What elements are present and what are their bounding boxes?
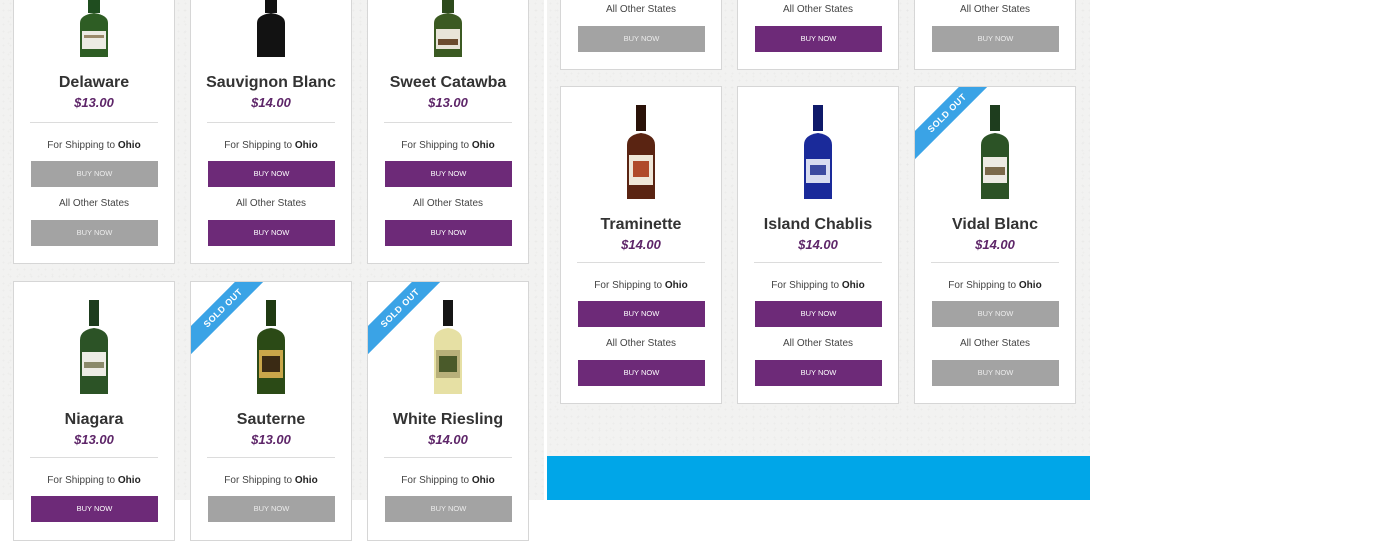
product-card-sweet-catawba: Sweet Catawba $13.00 For Shipping to Ohi…: [367, 0, 529, 264]
product-card-partial: All Other States BUY NOW: [560, 0, 722, 70]
other-states-label: All Other States: [605, 4, 677, 15]
shipping-ohio-label: For Shipping to Ohio: [771, 280, 865, 291]
wine-bottle-image: [804, 105, 832, 199]
product-price: $14.00: [251, 95, 291, 110]
product-name[interactable]: Delaware: [14, 73, 174, 93]
shipping-ohio-label: For Shipping to Ohio: [224, 475, 318, 486]
product-price: $13.00: [251, 432, 291, 447]
divider: [207, 122, 335, 123]
product-card-sauvignon-blanc: Sauvignon Blanc $14.00 For Shipping to O…: [190, 0, 352, 264]
product-price: $14.00: [621, 237, 661, 252]
product-name[interactable]: Vidal Blanc: [915, 215, 1075, 235]
wine-bottle-image: [627, 105, 655, 199]
buy-now-other-states-button[interactable]: BUY NOW: [755, 360, 882, 386]
product-card-sauterne: SOLD OUT Sauterne $13.00 For Shipping to…: [190, 281, 352, 541]
shipping-ohio-label: For Shipping to Ohio: [948, 280, 1042, 291]
product-price: $13.00: [74, 432, 114, 447]
product-name[interactable]: White Riesling: [368, 410, 528, 430]
product-name[interactable]: Sauterne: [191, 410, 351, 430]
buy-now-other-states-button[interactable]: BUY NOW: [578, 360, 705, 386]
product-name[interactable]: Traminette: [561, 215, 721, 235]
product-card-traminette: Traminette $14.00 For Shipping to Ohio B…: [560, 86, 722, 404]
other-states-label: All Other States: [782, 338, 854, 349]
product-price: $13.00: [74, 95, 114, 110]
divider: [754, 262, 882, 263]
buy-now-ohio-button[interactable]: BUY NOW: [932, 301, 1059, 327]
divider: [30, 122, 158, 123]
divider: [384, 122, 512, 123]
product-card-partial: All Other States BUY NOW: [737, 0, 899, 70]
buy-now-other-states-button[interactable]: BUY NOW: [932, 26, 1059, 52]
shipping-ohio-label: For Shipping to Ohio: [47, 140, 141, 151]
product-card-island-chablis: Island Chablis $14.00 For Shipping to Oh…: [737, 86, 899, 404]
wine-bottle-image: [434, 300, 462, 394]
buy-now-ohio-button[interactable]: BUY NOW: [208, 161, 335, 187]
product-card-partial: All Other States BUY NOW: [914, 0, 1076, 70]
buy-now-ohio-button[interactable]: BUY NOW: [31, 161, 158, 187]
product-price: $13.00: [428, 95, 468, 110]
other-states-label: All Other States: [235, 198, 307, 209]
buy-now-other-states-button[interactable]: BUY NOW: [578, 26, 705, 52]
other-states-label: All Other States: [58, 198, 130, 209]
buy-now-other-states-button[interactable]: BUY NOW: [755, 26, 882, 52]
buy-now-other-states-button[interactable]: BUY NOW: [31, 220, 158, 246]
wine-bottle-image: [981, 105, 1009, 199]
product-card-delaware: SOLD OUT Delaware $13.00 For Shipping to…: [13, 0, 175, 264]
wine-bottle-image: [80, 0, 108, 57]
buy-now-other-states-button[interactable]: BUY NOW: [932, 360, 1059, 386]
divider: [931, 262, 1059, 263]
product-price: $14.00: [798, 237, 838, 252]
shipping-ohio-label: For Shipping to Ohio: [47, 475, 141, 486]
product-name[interactable]: Sauvignon Blanc: [191, 73, 351, 93]
shipping-ohio-label: For Shipping to Ohio: [594, 280, 688, 291]
buy-now-other-states-button[interactable]: BUY NOW: [208, 220, 335, 246]
other-states-label: All Other States: [605, 338, 677, 349]
product-card-niagara: Niagara $13.00 For Shipping to Ohio BUY …: [13, 281, 175, 541]
buy-now-ohio-button[interactable]: BUY NOW: [385, 161, 512, 187]
wine-bottle-image: [80, 300, 108, 394]
divider: [207, 457, 335, 458]
wine-bottle-image: [257, 0, 285, 57]
shipping-ohio-label: For Shipping to Ohio: [224, 140, 318, 151]
wine-bottle-image: [434, 0, 462, 57]
product-name[interactable]: Island Chablis: [738, 215, 898, 235]
other-states-label: All Other States: [959, 338, 1031, 349]
divider: [577, 262, 705, 263]
product-name[interactable]: Sweet Catawba: [368, 73, 528, 93]
footer-band: [547, 456, 1090, 500]
product-price: $14.00: [975, 237, 1015, 252]
shipping-ohio-label: For Shipping to Ohio: [401, 140, 495, 151]
other-states-label: All Other States: [959, 4, 1031, 15]
divider: [30, 457, 158, 458]
other-states-label: All Other States: [412, 198, 484, 209]
wine-bottle-image: [257, 300, 285, 394]
divider: [384, 457, 512, 458]
product-name[interactable]: Niagara: [14, 410, 174, 430]
product-card-vidal-blanc: SOLD OUT Vidal Blanc $14.00 For Shipping…: [914, 86, 1076, 404]
other-states-label: All Other States: [782, 4, 854, 15]
product-card-white-riesling: SOLD OUT White Riesling $14.00 For Shipp…: [367, 281, 529, 541]
product-price: $14.00: [428, 432, 468, 447]
buy-now-ohio-button[interactable]: BUY NOW: [755, 301, 882, 327]
buy-now-ohio-button[interactable]: BUY NOW: [578, 301, 705, 327]
shipping-ohio-label: For Shipping to Ohio: [401, 475, 495, 486]
buy-now-other-states-button[interactable]: BUY NOW: [385, 220, 512, 246]
